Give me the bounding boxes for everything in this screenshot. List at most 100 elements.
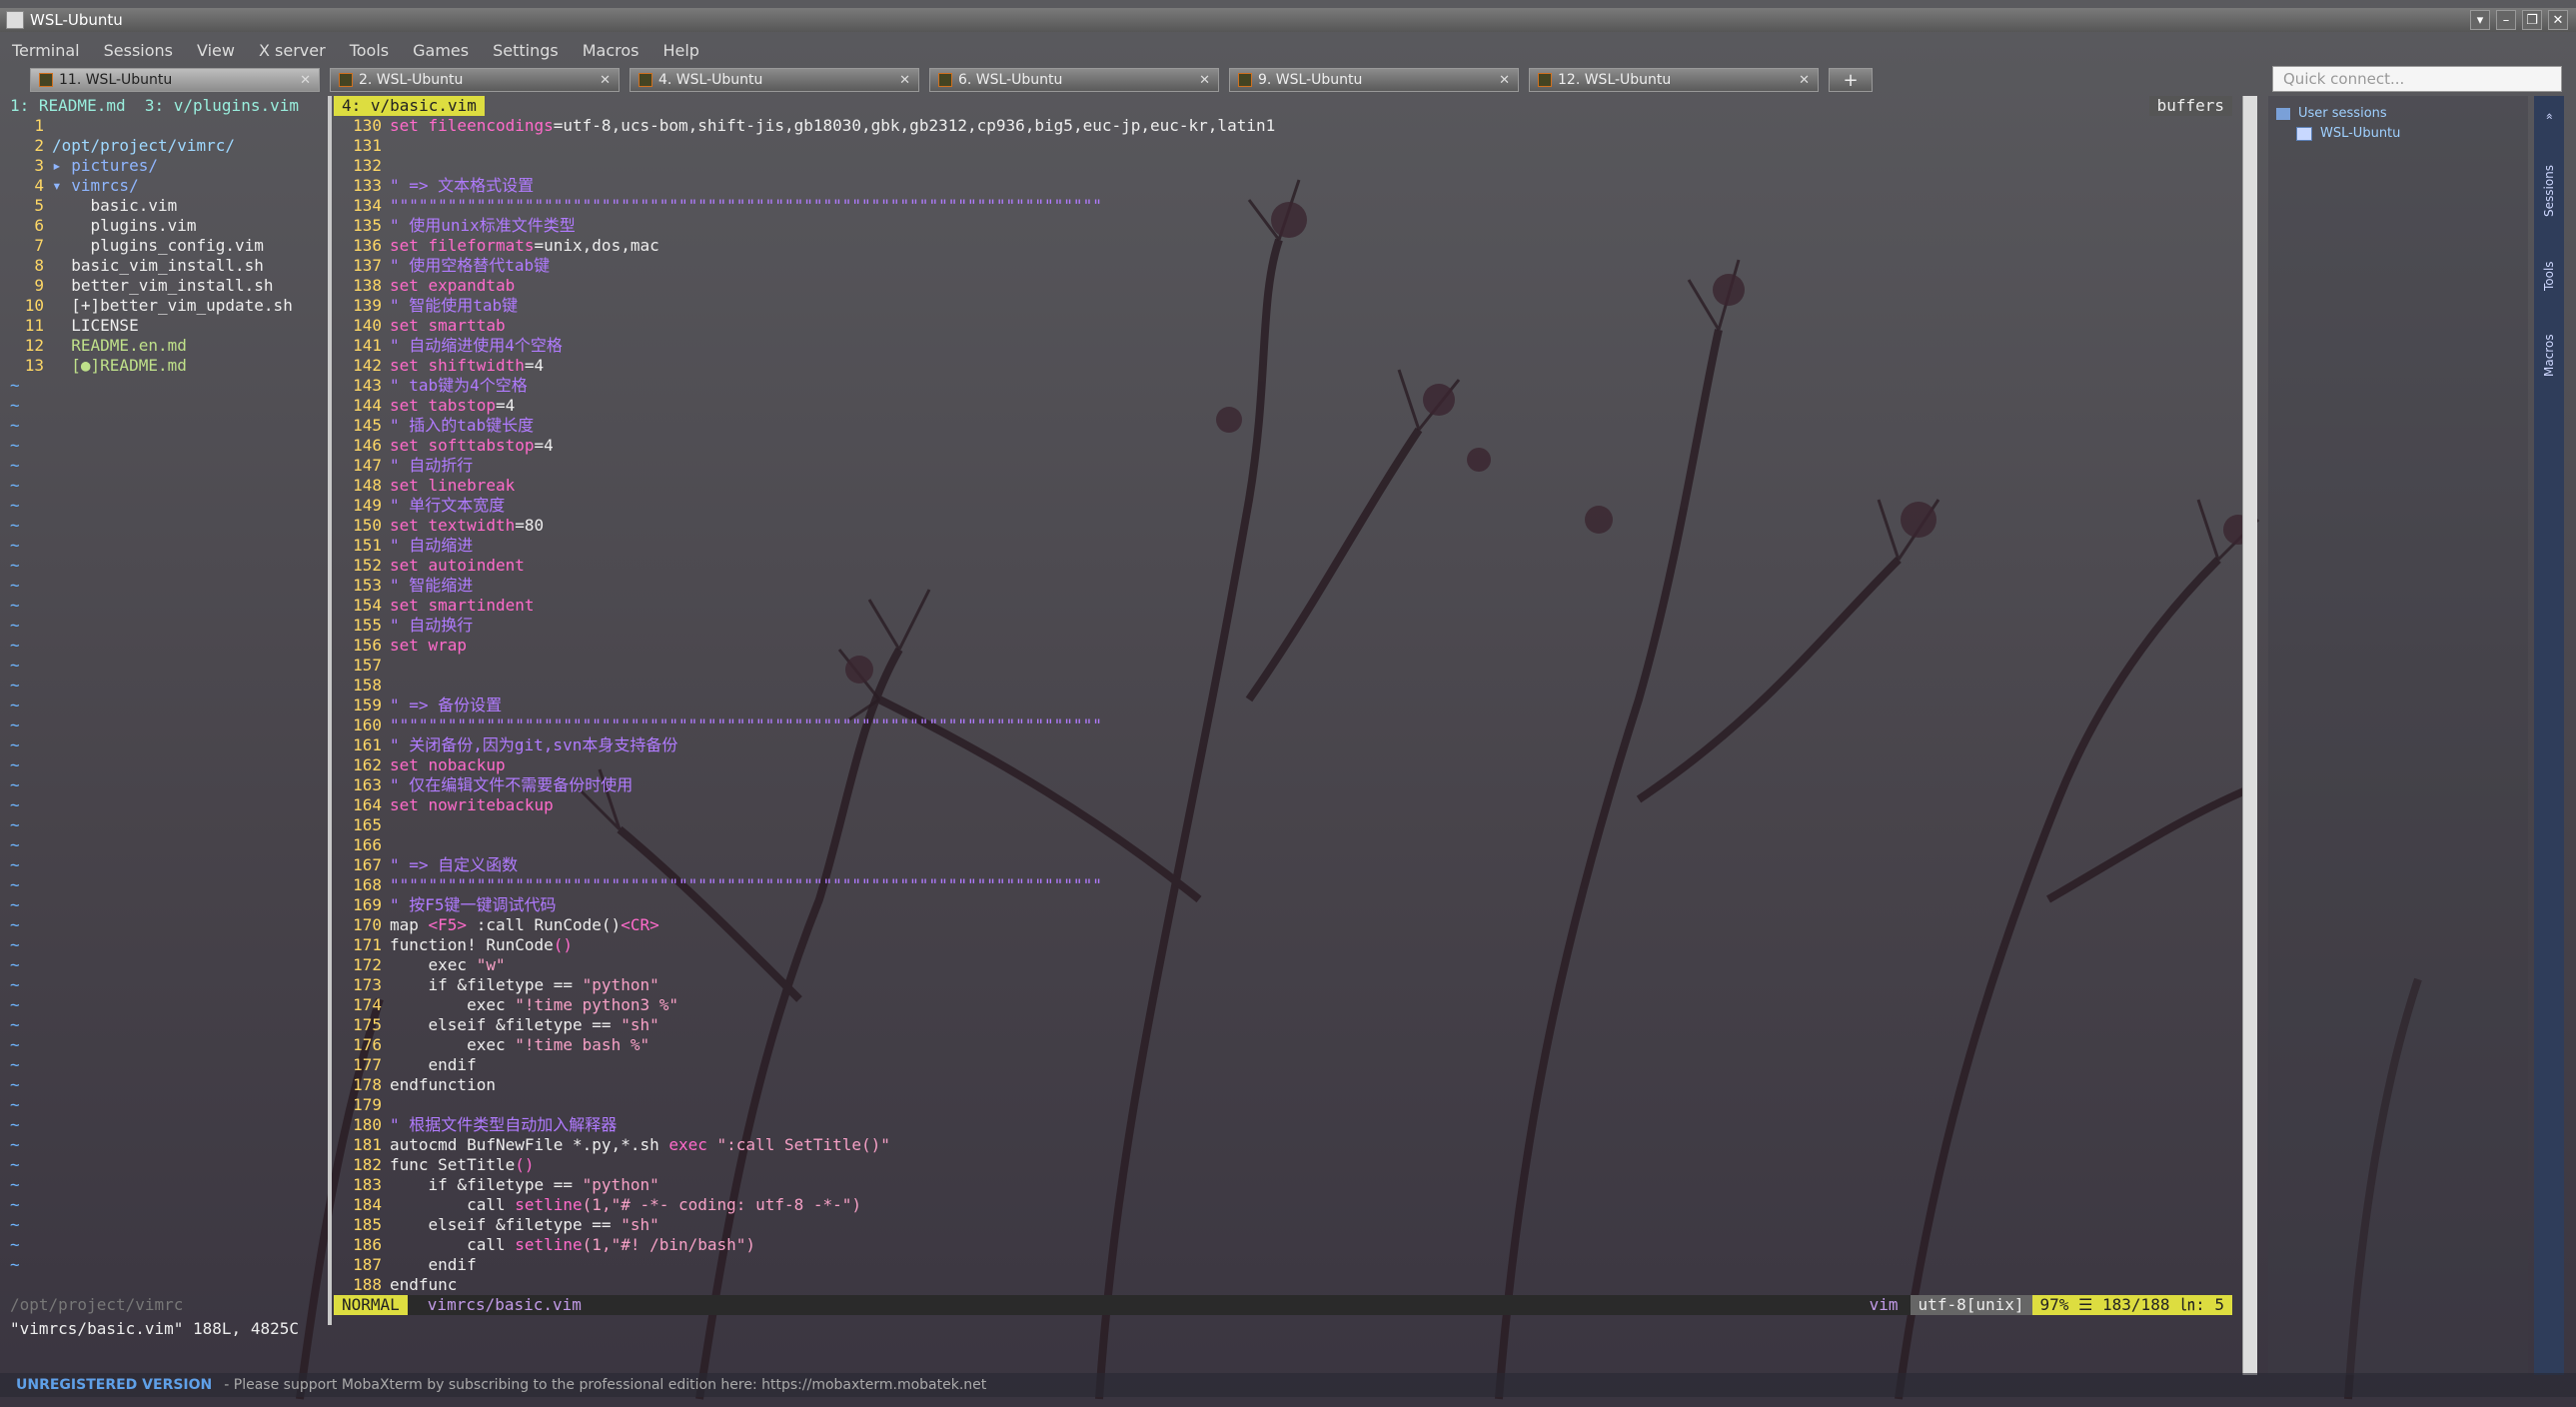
- code-line[interactable]: 159 " => 备份设置: [334, 696, 2232, 715]
- code-line[interactable]: 151 " 自动缩进: [334, 536, 2232, 556]
- code-line[interactable]: 138 set expandtab: [334, 276, 2232, 296]
- tab-9-wsl-ubuntu[interactable]: 9. WSL-Ubuntu ✕: [1229, 68, 1519, 92]
- code-line[interactable]: 134 """""""""""""""""""""""""""""""""""""…: [334, 196, 2232, 216]
- code-line[interactable]: 148 set linebreak: [334, 476, 2232, 496]
- code-line[interactable]: 156 set wrap: [334, 636, 2232, 656]
- menu-macros[interactable]: Macros: [571, 41, 651, 60]
- tree-row[interactable]: 10 [+]better_vim_update.sh: [10, 296, 326, 316]
- menu-help[interactable]: Help: [650, 41, 710, 60]
- active-buffer-tab[interactable]: 4: v/basic.vim: [334, 96, 485, 116]
- tree-row[interactable]: 11 LICENSE: [10, 316, 326, 336]
- code-line[interactable]: 162 set nobackup: [334, 755, 2232, 775]
- tree-row[interactable]: 8 basic_vim_install.sh: [10, 256, 326, 276]
- code-line[interactable]: 182 func SetTitle(): [334, 1155, 2232, 1175]
- code-line[interactable]: 155 " 自动换行: [334, 616, 2232, 636]
- terminal-area[interactable]: 1: README.md 3: v/plugins.vim 1 2/opt/pro…: [10, 96, 2236, 1357]
- code-line[interactable]: 161 " 关闭备份,因为git,svn本身支持备份: [334, 735, 2232, 755]
- menu-terminal[interactable]: Terminal: [0, 41, 92, 60]
- code-view[interactable]: 130 set fileencodings=utf-8,ucs-bom,shift…: [334, 116, 2232, 1295]
- tree-row[interactable]: 6 plugins.vim: [10, 216, 326, 236]
- code-line[interactable]: 181 autocmd BufNewFile *.py,*.sh exec ":c…: [334, 1135, 2232, 1155]
- user-sessions-folder[interactable]: User sessions: [2276, 106, 2387, 121]
- code-line[interactable]: 132: [334, 156, 2232, 176]
- menu-games[interactable]: Games: [401, 41, 481, 60]
- code-line[interactable]: 170 map <F5> :call RunCode()<CR>: [334, 915, 2232, 935]
- code-line[interactable]: 145 " 插入的tab键长度: [334, 416, 2232, 436]
- code-line[interactable]: 160 """""""""""""""""""""""""""""""""""""…: [334, 715, 2232, 735]
- code-line[interactable]: 137 " 使用空格替代tab键: [334, 256, 2232, 276]
- tree-row[interactable]: 9 better_vim_install.sh: [10, 276, 326, 296]
- minimize-button[interactable]: –: [2496, 10, 2516, 30]
- tree-row[interactable]: 7 plugins_config.vim: [10, 236, 326, 256]
- code-line[interactable]: 186 call setline(1,"#! /bin/bash"): [334, 1235, 2232, 1255]
- code-line[interactable]: 152 set autoindent: [334, 556, 2232, 576]
- code-line[interactable]: 171 function! RunCode(): [334, 935, 2232, 955]
- code-line[interactable]: 157: [334, 656, 2232, 676]
- code-line[interactable]: 168 """""""""""""""""""""""""""""""""""""…: [334, 875, 2232, 895]
- code-line[interactable]: 142 set shiftwidth=4: [334, 356, 2232, 376]
- menu-xserver[interactable]: X server: [247, 41, 338, 60]
- dropdown-icon[interactable]: ▾: [2470, 10, 2490, 30]
- chevron-right-icon[interactable]: »: [2538, 106, 2560, 126]
- menu-view[interactable]: View: [185, 41, 247, 60]
- tab-2-wsl-ubuntu[interactable]: 2. WSL-Ubuntu ✕: [330, 68, 620, 92]
- restore-button[interactable]: ❐: [2522, 10, 2542, 30]
- tree-row[interactable]: 12 README.en.md: [10, 336, 326, 356]
- new-tab-button[interactable]: +: [1829, 68, 1873, 92]
- code-line[interactable]: 172 exec "w": [334, 955, 2232, 975]
- code-line[interactable]: 169 " 按F5键一键调试代码: [334, 895, 2232, 915]
- code-line[interactable]: 133 " => 文本格式设置: [334, 176, 2232, 196]
- code-line[interactable]: 140 set smarttab: [334, 316, 2232, 336]
- tab-macros[interactable]: Macros: [2538, 316, 2560, 396]
- close-icon[interactable]: ✕: [1199, 73, 1210, 88]
- vim-editor[interactable]: 4: v/basic.vim buffers 130 set fileencodi…: [334, 96, 2232, 1325]
- code-line[interactable]: 179: [334, 1095, 2232, 1115]
- close-icon[interactable]: ✕: [600, 73, 611, 88]
- code-line[interactable]: 165: [334, 815, 2232, 835]
- code-line[interactable]: 146 set softtabstop=4: [334, 436, 2232, 456]
- menu-settings[interactable]: Settings: [481, 41, 571, 60]
- code-line[interactable]: 154 set smartindent: [334, 596, 2232, 616]
- code-line[interactable]: 166: [334, 835, 2232, 855]
- code-line[interactable]: 175 elseif &filetype == "sh": [334, 1015, 2232, 1035]
- tree-row[interactable]: 4 ▾ vimrcs/: [10, 176, 326, 196]
- tab-4-wsl-ubuntu[interactable]: 4. WSL-Ubuntu ✕: [630, 68, 919, 92]
- code-line[interactable]: 130 set fileencodings=utf-8,ucs-bom,shift…: [334, 116, 2232, 136]
- menu-tools[interactable]: Tools: [338, 41, 401, 60]
- code-line[interactable]: 135 " 使用unix标准文件类型: [334, 216, 2232, 236]
- code-line[interactable]: 158: [334, 676, 2232, 696]
- tab-12-wsl-ubuntu[interactable]: 12. WSL-Ubuntu ✕: [1529, 68, 1819, 92]
- tab-11-wsl-ubuntu[interactable]: 11. WSL-Ubuntu ✕: [30, 68, 320, 92]
- code-line[interactable]: 177 endif: [334, 1055, 2232, 1075]
- tab-tools[interactable]: Tools: [2538, 246, 2560, 306]
- code-line[interactable]: 144 set tabstop=4: [334, 396, 2232, 416]
- code-line[interactable]: 131: [334, 136, 2232, 156]
- tab-sessions[interactable]: Sessions: [2538, 146, 2560, 236]
- close-icon[interactable]: ✕: [899, 73, 910, 88]
- session-wsl-ubuntu[interactable]: WSL-Ubuntu: [2296, 126, 2400, 141]
- tree-row[interactable]: 3 ▸ pictures/: [10, 156, 326, 176]
- close-icon[interactable]: ✕: [300, 73, 311, 88]
- menu-sessions[interactable]: Sessions: [92, 41, 185, 60]
- code-line[interactable]: 141 " 自动缩进使用4个空格: [334, 336, 2232, 356]
- tree-row[interactable]: 1: [10, 116, 326, 136]
- code-line[interactable]: 188 endfunc: [334, 1275, 2232, 1295]
- code-line[interactable]: 185 elseif &filetype == "sh": [334, 1215, 2232, 1235]
- code-line[interactable]: 136 set fileformats=unix,dos,mac: [334, 236, 2232, 256]
- code-line[interactable]: 173 if &filetype == "python": [334, 975, 2232, 995]
- tab-6-wsl-ubuntu[interactable]: 6. WSL-Ubuntu ✕: [929, 68, 1219, 92]
- code-line[interactable]: 163 " 仅在编辑文件不需要备份时使用: [334, 775, 2232, 795]
- code-line[interactable]: 184 call setline(1,"# -*- coding: utf-8 …: [334, 1195, 2232, 1215]
- support-link[interactable]: - Please support MobaXterm by subscribin…: [224, 1377, 986, 1393]
- code-line[interactable]: 150 set textwidth=80: [334, 516, 2232, 536]
- code-line[interactable]: 180 " 根据文件类型自动加入解释器: [334, 1115, 2232, 1135]
- code-line[interactable]: 149 " 单行文本宽度: [334, 496, 2232, 516]
- close-button[interactable]: ✕: [2548, 10, 2568, 30]
- tree-row[interactable]: 5 basic.vim: [10, 196, 326, 216]
- close-icon[interactable]: ✕: [1499, 73, 1510, 88]
- code-line[interactable]: 147 " 自动折行: [334, 456, 2232, 476]
- code-line[interactable]: 183 if &filetype == "python": [334, 1175, 2232, 1195]
- code-line[interactable]: 176 exec "!time bash %": [334, 1035, 2232, 1055]
- code-line[interactable]: 143 " tab键为4个空格: [334, 376, 2232, 396]
- code-line[interactable]: 139 " 智能使用tab键: [334, 296, 2232, 316]
